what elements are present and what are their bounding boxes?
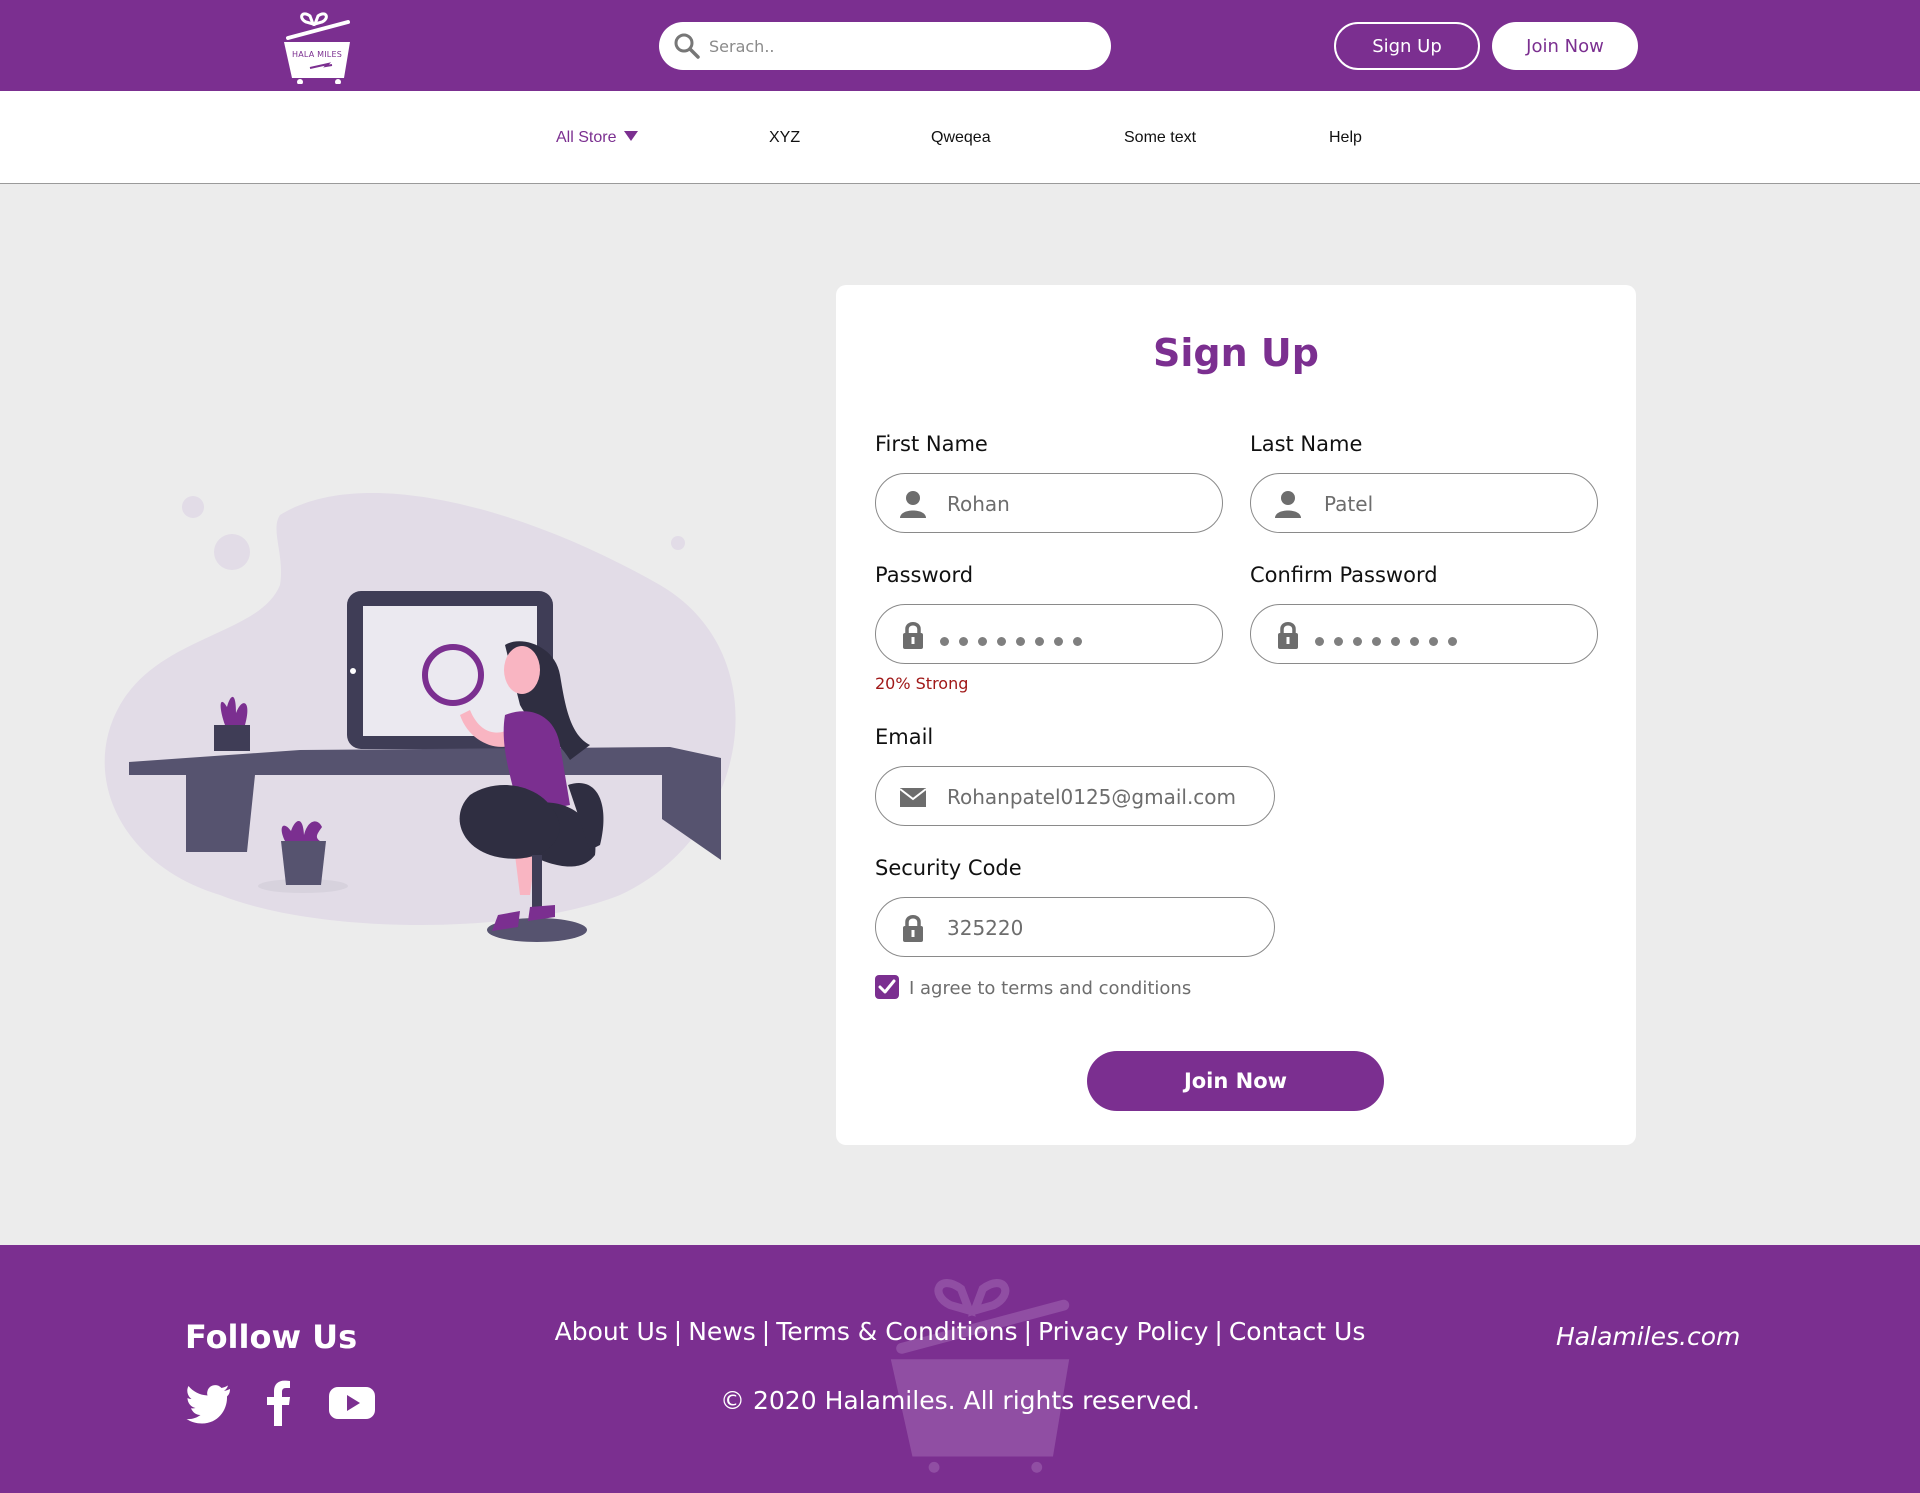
search-icon [674, 33, 700, 59]
gift-cart-logo-icon [284, 12, 350, 85]
terms-checkbox[interactable] [875, 975, 899, 999]
logo-watermark-icon [890, 1279, 1070, 1473]
user-icon [900, 491, 926, 518]
join-now-button[interactable]: Join Now [1087, 1051, 1384, 1111]
signup-title: Sign Up [1153, 331, 1319, 375]
footer-link-privacy[interactable]: Privacy Policy [1038, 1317, 1208, 1346]
email-value: Rohanpatel0125@gmail.com [947, 785, 1237, 809]
link-separator: | [1214, 1317, 1223, 1346]
link-separator: | [1023, 1317, 1033, 1346]
logo-text: HALA MILES [292, 50, 342, 59]
user-icon [1275, 491, 1301, 518]
checkmark-icon [878, 979, 896, 994]
link-separator: | [761, 1317, 771, 1346]
last-name-field[interactable]: Patel [1250, 473, 1598, 533]
confirm-password-label: Confirm Password [1250, 563, 1438, 587]
last-name-label: Last Name [1250, 432, 1363, 456]
security-code-label: Security Code [875, 856, 1022, 880]
lock-icon [903, 622, 923, 649]
nav-item-help[interactable]: Help [1329, 129, 1362, 147]
lock-icon [903, 915, 923, 942]
password-label: Password [875, 563, 974, 587]
signup-card: Sign Up First Name Rohan Last Name Patel… [836, 285, 1636, 1145]
nav-item-label: All Store [556, 129, 617, 146]
nav-item-some-text[interactable]: Some text [1124, 129, 1196, 147]
copyright-text: © 2020 Halamiles. All rights reserved. [720, 1386, 1200, 1415]
site-domain: Halamiles.com [1556, 1322, 1741, 1351]
password-mask [940, 631, 1092, 650]
first-name-value: Rohan [947, 492, 1010, 516]
halamiles-logo[interactable]: HALA MILES [280, 8, 354, 85]
password-strength: 20% Strong [875, 674, 969, 693]
header-join-button[interactable]: Join Now [1492, 22, 1638, 70]
mail-icon [899, 788, 927, 807]
nav-item-xyz[interactable]: XYZ [769, 129, 800, 147]
footer-link-terms[interactable]: Terms & Conditions [776, 1317, 1017, 1346]
first-name-label: First Name [875, 432, 988, 456]
main-nav: All Store XYZ Qweqea Some text Help [0, 91, 1920, 184]
lock-icon [1278, 622, 1298, 649]
footer-link-news[interactable]: News [688, 1317, 756, 1346]
email-label: Email [875, 725, 934, 749]
confirm-password-mask [1315, 631, 1467, 650]
top-header: HALA MILES Sign Up Join Now [0, 0, 1920, 91]
search-input[interactable] [709, 22, 1099, 70]
security-code-value: 325220 [947, 916, 1024, 940]
nav-item-qweqea[interactable]: Qweqea [931, 129, 991, 147]
header-signup-button[interactable]: Sign Up [1334, 22, 1480, 70]
workspace-illustration [100, 475, 750, 955]
security-code-field[interactable]: 325220 [875, 897, 1275, 957]
first-name-field[interactable]: Rohan [875, 473, 1223, 533]
footer: Follow Us About Us | News | Terms & Conditio… [0, 1245, 1920, 1493]
email-field[interactable]: Rohanpatel0125@gmail.com [875, 766, 1275, 826]
password-field[interactable] [875, 604, 1223, 664]
terms-label[interactable]: I agree to terms and conditions [909, 978, 1191, 999]
confirm-password-field[interactable] [1250, 604, 1598, 664]
nav-item-all-store[interactable]: All Store [556, 129, 639, 147]
caret-down-icon [624, 131, 639, 141]
link-separator: | [673, 1317, 683, 1346]
search-bar[interactable] [659, 22, 1111, 70]
footer-link-contact[interactable]: Contact Us [1229, 1317, 1366, 1346]
footer-link-about[interactable]: About Us [555, 1317, 668, 1346]
last-name-value: Patel [1324, 492, 1374, 516]
